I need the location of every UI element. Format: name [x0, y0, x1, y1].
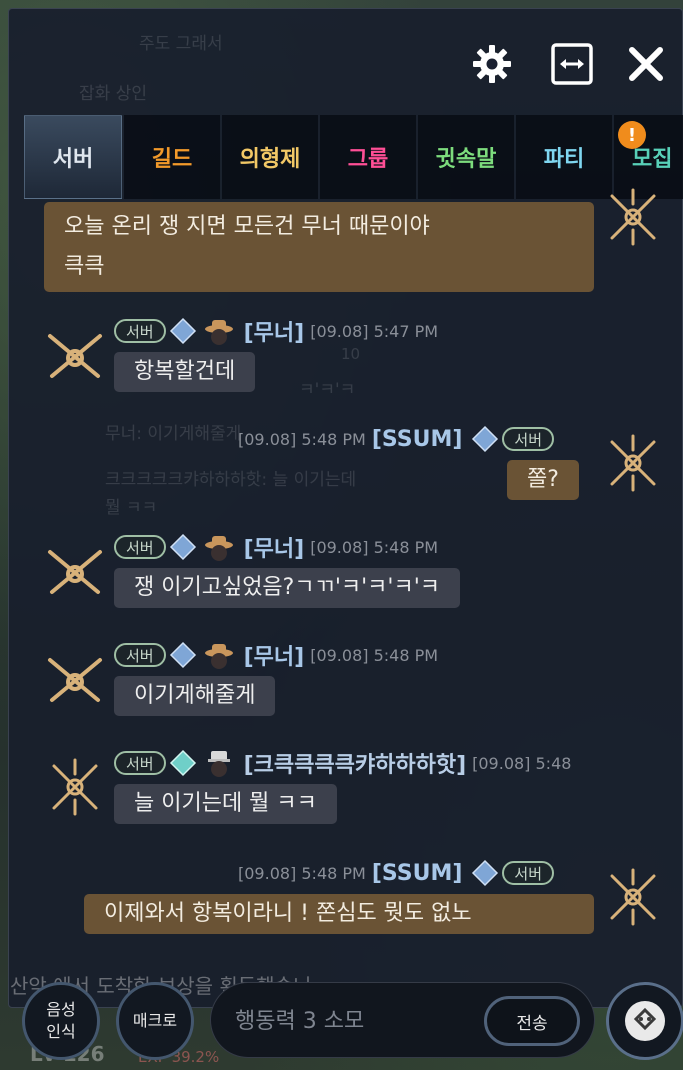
timestamp: [09.08] 5:48 [472, 753, 572, 773]
hat-avatar-icon [204, 320, 233, 345]
gem-icon [169, 533, 196, 561]
ghost-line: 주도 그래서 [139, 34, 223, 54]
message-meta: [09.08] 5:48 PM [SSUM] 서버 [238, 858, 555, 888]
sender-name[interactable]: [크큭큭큭큭캬하하하핫] [244, 747, 467, 779]
server-chip: 서버 [114, 319, 166, 343]
hat-avatar-icon [204, 644, 233, 669]
timestamp: [09.08] 5:48 PM [238, 863, 366, 883]
message-text: 쟁 이기고싶었음?ㄱㄲ'ㅋ'ㅋ'ㅋ'ㅋ [134, 575, 440, 600]
chat-input-bar: 음성 인식 매크로 전송 [0, 970, 683, 1070]
chat-bubble-mine: 오늘 온리 쟁 지면 모든건 무너 때문이야 큭큭 [44, 202, 594, 292]
server-chip: 서버 [114, 535, 166, 559]
message-text: 오늘 온리 쟁 지면 모든건 무너 때문이야 [64, 214, 430, 239]
message-text: 이기게해줄게 [134, 683, 256, 708]
message-text: 쫄? [527, 467, 559, 492]
gear-icon [473, 45, 511, 83]
server-chip: 서버 [502, 861, 555, 885]
hat-avatar-icon [204, 536, 233, 561]
chat-bubble-other: 이기게해줄게 [114, 676, 276, 716]
message-meta: 서버 [무너] [09.08] 5:47 PM [114, 316, 438, 346]
macro-button[interactable]: 매크로 [116, 982, 194, 1060]
message-text: 늘 이기는데 뭘 ㅋㅋ [134, 791, 317, 816]
tab-label: 서버 [52, 147, 94, 172]
sender-name[interactable]: [무너] [244, 315, 305, 347]
class-emblem-icon [52, 758, 98, 816]
message-meta: 서버 [무너] [09.08] 5:48 PM [114, 532, 438, 562]
message-text: 항복할건데 [134, 359, 236, 384]
server-chip: 서버 [502, 427, 555, 451]
sender-name[interactable]: [SSUM] [372, 427, 463, 452]
tab-label: 의형제 [239, 147, 301, 172]
gem-icon [169, 317, 196, 345]
emote-face-icon [625, 1001, 665, 1041]
chat-bubble-other: 늘 이기는데 뭘 ㅋㅋ [114, 784, 337, 824]
channel-tabs: 서버 길드 의형제 그룹 귓속말 파티 ! 모집 [24, 115, 683, 199]
resize-button[interactable] [550, 42, 594, 86]
timestamp: [09.08] 5:47 PM [310, 321, 439, 341]
tab-party[interactable]: 파티 [516, 115, 612, 199]
message-meta: [09.08] 5:48 PM [SSUM] 서버 [238, 424, 555, 454]
chat-bubble-mine: 쫄? [507, 460, 579, 500]
timestamp: [09.08] 5:48 PM [238, 429, 366, 449]
timestamp: [09.08] 5:48 PM [310, 645, 439, 665]
ghost-line: 무너: 이기게해줄게 [105, 424, 242, 444]
gem-icon [472, 425, 499, 453]
class-emblem-icon [610, 868, 656, 926]
class-emblem-icon [48, 334, 102, 378]
chat-bubble-other: 쟁 이기고싶었음?ㄱㄲ'ㅋ'ㅋ'ㅋ'ㅋ [114, 568, 460, 608]
sender-name[interactable]: [무너] [244, 639, 305, 671]
expand-horizontal-icon [551, 43, 593, 85]
settings-button[interactable] [470, 42, 514, 86]
message-text: 이제와서 항복이라니 ! 쫀심도 뭣도 없노 [104, 901, 472, 926]
gem-icon [169, 641, 196, 669]
hat-avatar-icon [207, 751, 230, 777]
server-chip: 서버 [114, 751, 166, 775]
class-emblem-icon [48, 658, 102, 702]
tab-server[interactable]: 서버 [24, 115, 122, 199]
alert-badge: ! [618, 121, 646, 149]
close-button[interactable] [624, 42, 668, 86]
tab-label: 길드 [151, 147, 193, 172]
tab-guild[interactable]: 길드 [124, 115, 220, 199]
gem-icon [472, 859, 499, 887]
message-meta: 서버 [크큭큭큭큭캬하하하핫] [09.08] 5:48 [114, 748, 571, 778]
gem-icon [169, 749, 196, 777]
tab-whisper[interactable]: 귓속말 [418, 115, 514, 199]
emote-button[interactable] [606, 982, 683, 1060]
class-emblem-icon [610, 188, 656, 246]
ghost-line: 크크크크크캬하하하핫: 늘 이기는데 [105, 470, 357, 490]
tab-label: 파티 [543, 147, 585, 172]
class-emblem-icon [48, 550, 102, 594]
ghost-line: 10 [341, 345, 361, 363]
server-chip: 서버 [114, 643, 166, 667]
chat-bubble-mine: 이제와서 항복이라니 ! 쫀심도 뭣도 없노 [84, 894, 594, 934]
timestamp: [09.08] 5:48 PM [310, 537, 439, 557]
chat-input[interactable] [235, 1001, 465, 1041]
tab-label: 귓속말 [435, 147, 497, 172]
class-emblem-icon [610, 434, 656, 492]
chat-input-container: 전송 [210, 982, 595, 1058]
close-icon [629, 47, 663, 81]
tab-group[interactable]: 그룹 [320, 115, 416, 199]
sender-name[interactable]: [무너] [244, 531, 305, 563]
ghost-line: 뭘 ㅋㅋ [105, 498, 158, 518]
tab-label: 그룹 [347, 147, 389, 172]
message-meta: 서버 [무너] [09.08] 5:48 PM [114, 640, 438, 670]
ghost-line: ㅋ'ㅋ'ㅋ [299, 380, 356, 400]
voice-input-button[interactable]: 음성 인식 [22, 982, 100, 1060]
send-button[interactable]: 전송 [484, 996, 580, 1046]
chat-bubble-other: 항복할건데 [114, 352, 256, 392]
tab-brotherhood[interactable]: 의형제 [222, 115, 318, 199]
ghost-line: 잡화 상인 [79, 84, 147, 104]
message-text: 큭큭 [64, 254, 105, 279]
sender-name[interactable]: [SSUM] [372, 861, 463, 886]
